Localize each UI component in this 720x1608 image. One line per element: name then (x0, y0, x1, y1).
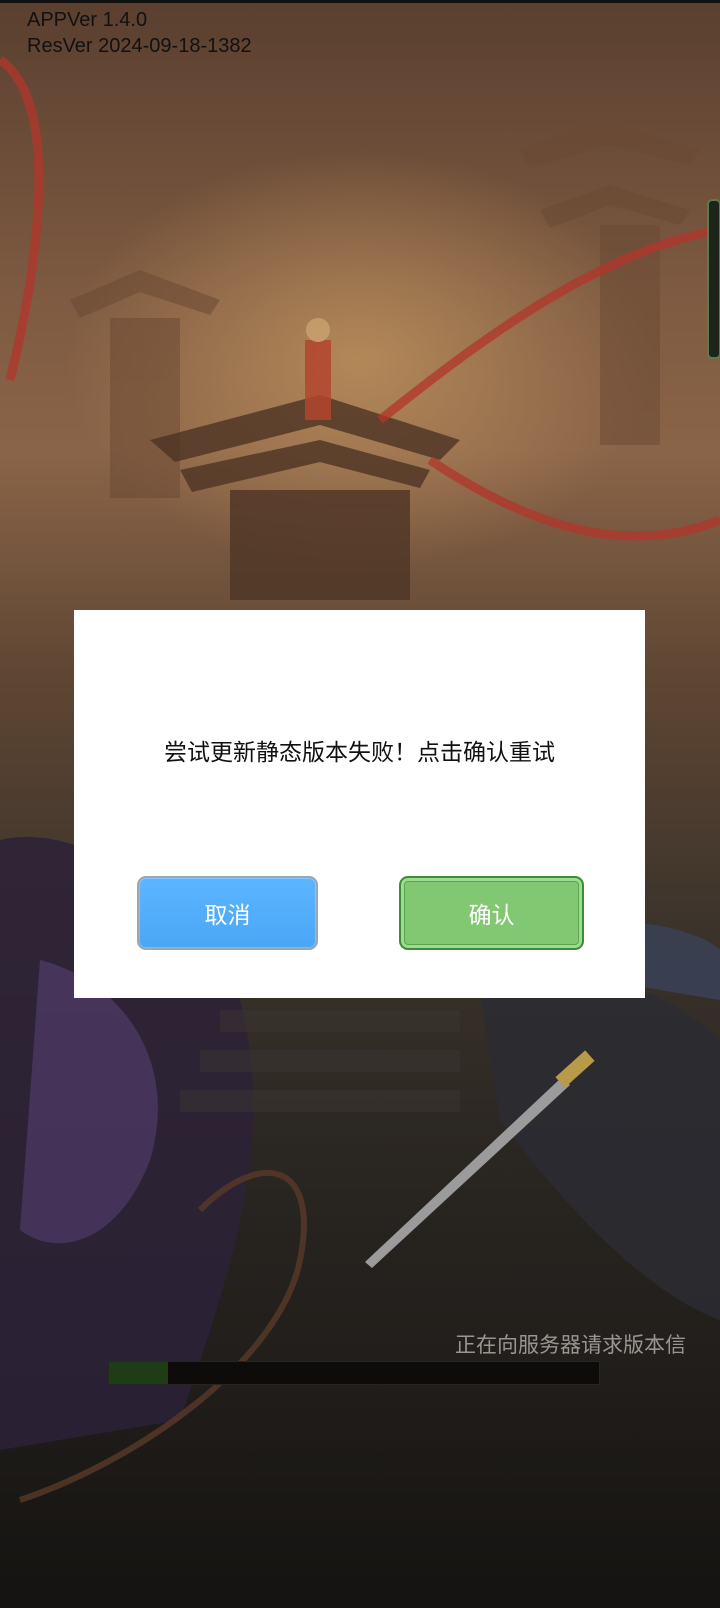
top-edge-bar (0, 0, 720, 3)
cancel-button-label: 取消 (204, 903, 251, 929)
confirm-button[interactable]: 确认 (399, 876, 584, 950)
loading-status-text: 正在向服务器请求版本信 (455, 1333, 686, 1357)
version-info: APPVer 1.4.0 ResVer 2024-09-18-1382 (27, 7, 252, 59)
loading-progress-fill (109, 1362, 168, 1384)
cancel-button[interactable]: 取消 (137, 876, 318, 950)
dialog-message: 尝试更新静态版本失败！点击确认重试 (164, 740, 555, 766)
loading-progress-bar (108, 1361, 600, 1385)
app-version: APPVer 1.4.0 (27, 9, 148, 31)
update-failed-dialog: 尝试更新静态版本失败！点击确认重试 取消 确认 (74, 610, 645, 998)
confirm-button-label: 确认 (468, 903, 515, 929)
resource-version: ResVer 2024-09-18-1382 (27, 35, 252, 57)
